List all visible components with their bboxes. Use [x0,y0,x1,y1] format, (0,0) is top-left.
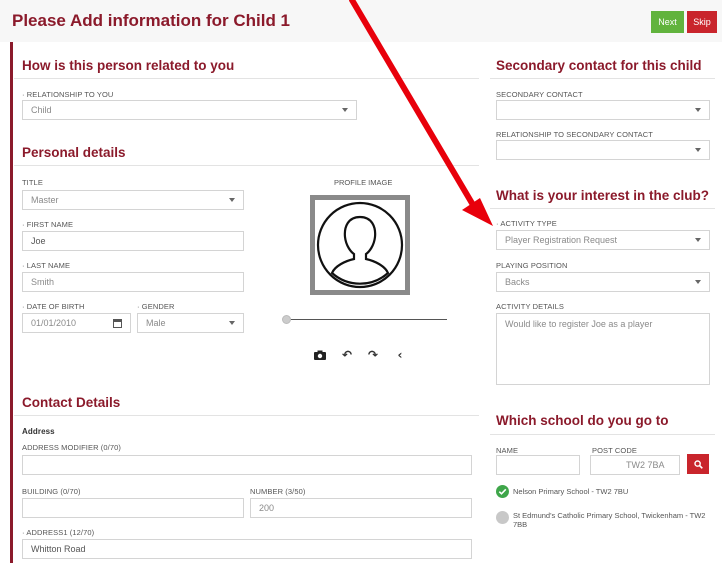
search-icon [693,459,703,469]
school-name-label: NAME [496,446,519,455]
activity-details-textarea[interactable]: Would like to register Joe as a player [496,313,710,385]
gender-label: · GENDER [137,302,175,311]
number-value: 200 [259,503,275,513]
secondary-relationship-label: RELATIONSHIP TO SECONDARY CONTACT [496,130,653,139]
relationship-select[interactable]: Child [22,100,357,120]
zoom-slider-track[interactable] [287,319,447,320]
chevron-down-icon [695,280,701,284]
playing-position-label: PLAYING POSITION [496,261,568,270]
dob-label: · DATE OF BIRTH [22,302,85,311]
activity-type-value: Player Registration Request [505,235,618,245]
divider [14,165,479,166]
zoom-slider-handle[interactable] [282,315,291,324]
activity-details-label: ACTIVITY DETAILS [496,302,565,311]
rotate-left-icon[interactable]: ↶ [340,348,354,362]
address-modifier-label: ADDRESS MODIFIER (0/70) [22,443,121,452]
calendar-icon[interactable] [113,319,122,328]
title-value: Master [31,195,59,205]
relationship-label: · RELATIONSHIP TO YOU [22,90,114,99]
avatar-placeholder-icon [316,201,404,289]
last-name-value: Smith [31,277,55,287]
personal-heading: Personal details [22,145,126,160]
chevron-down-icon [229,321,235,325]
school-result-item[interactable]: Nelson Primary School - TW2 7BU [513,487,628,496]
skip-button[interactable]: Skip [687,11,717,33]
address1-field[interactable]: Whitton Road [22,539,472,559]
interest-heading: What is your interest in the club? [496,188,710,203]
secondary-heading: Secondary contact for this child [496,58,702,73]
last-name-label: · LAST NAME [22,261,71,270]
secondary-contact-label: SECONDARY CONTACT [496,90,583,99]
chevron-down-icon [342,108,348,112]
school-unselected-check-icon[interactable] [496,511,509,524]
dob-value: 01/01/2010 [31,318,77,328]
contact-heading: Contact Details [22,395,121,410]
divider [490,78,715,79]
first-name-field[interactable]: Joe [22,231,244,251]
divider [490,434,715,435]
last-name-field[interactable]: Smith [22,272,244,292]
school-selected-check-icon[interactable] [496,485,509,498]
playing-position-value: Backs [505,277,530,287]
first-name-value: Joe [31,236,46,246]
title-select[interactable]: Master [22,190,244,210]
gender-value: Male [146,318,166,328]
rotate-right-icon[interactable]: ↷ [366,348,380,362]
address1-value: Whitton Road [31,544,86,554]
activity-type-label: · ACTIVITY TYPE [496,219,557,228]
camera-icon[interactable] [313,349,327,361]
divider [490,208,715,209]
secondary-relationship-select[interactable] [496,140,710,160]
secondary-contact-select[interactable] [496,100,710,120]
chevron-left-icon[interactable]: ‹ [393,348,407,362]
activity-type-select[interactable]: Player Registration Request [496,230,710,250]
relationship-value: Child [31,105,52,115]
playing-position-select[interactable]: Backs [496,272,710,292]
address1-label: · ADDRESS1 (12/70) [22,528,95,537]
school-result-item[interactable]: St Edmund's Catholic Primary School, Twi… [513,511,713,529]
first-name-label: · FIRST NAME [22,220,74,229]
school-name-field[interactable] [496,455,580,475]
number-label: NUMBER (3/50) [250,487,306,496]
building-field[interactable] [22,498,244,518]
title-label: TITLE [22,178,43,187]
dob-field[interactable]: 01/01/2010 [22,313,131,333]
postcode-label: POST CODE [592,446,637,455]
school-heading: Which school do you go to [496,413,669,428]
gender-select[interactable]: Male [137,313,244,333]
profile-image-label: PROFILE IMAGE [334,178,393,187]
chevron-down-icon [695,238,701,242]
relation-heading: How is this person related to you [22,58,235,73]
chevron-down-icon [695,108,701,112]
divider [14,78,479,79]
postcode-field[interactable]: TW2 7BA [590,455,680,475]
next-button[interactable]: Next [651,11,684,33]
page-title: Please Add information for Child 1 [12,11,291,30]
chevron-down-icon [229,198,235,202]
activity-details-value: Would like to register Joe as a player [505,319,653,329]
profile-image[interactable] [310,195,410,295]
divider [14,415,479,416]
chevron-down-icon [695,148,701,152]
address-modifier-field[interactable] [22,455,472,475]
building-label: BUILDING (0/70) [22,487,81,496]
school-search-button[interactable] [687,454,709,474]
number-field[interactable]: 200 [250,498,472,518]
postcode-value: TW2 7BA [626,460,665,470]
address-heading: Address [22,427,55,436]
